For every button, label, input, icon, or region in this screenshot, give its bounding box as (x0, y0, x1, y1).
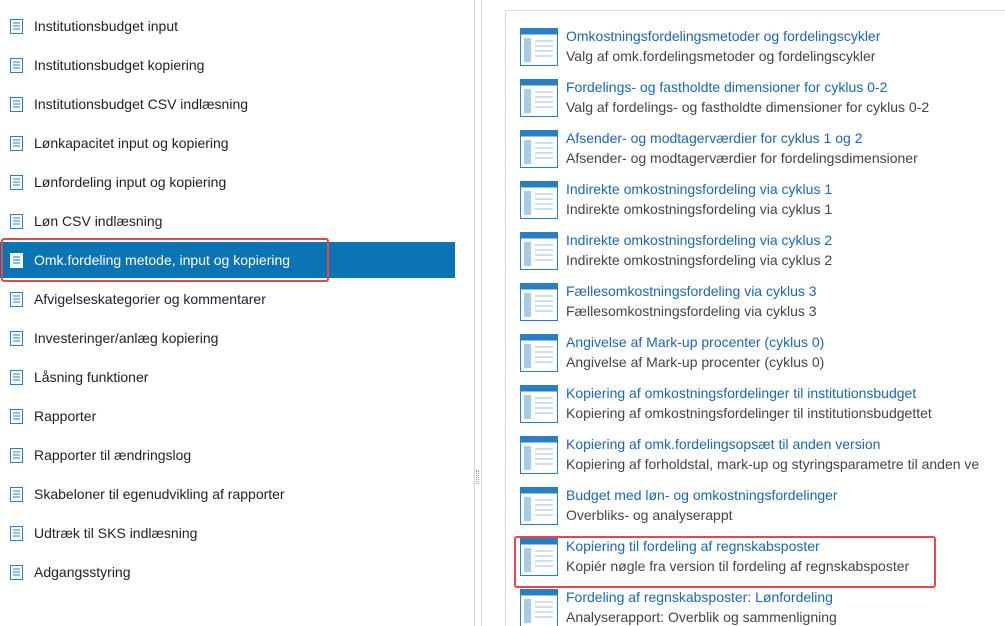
tile-title[interactable]: Fordeling af regnskabsposter: Lønfordeli… (566, 589, 833, 605)
nav-item-institutionsbudget-input[interactable]: Institutionsbudget input (0, 8, 455, 44)
nav-item-label: Adgangsstyring (34, 564, 131, 580)
tile-omkostningsfordelingsmetoder[interactable]: Omkostningsfordelingsmetoder og fordelin… (520, 21, 1005, 71)
document-icon (10, 525, 23, 541)
nav-item-rapporter[interactable]: Rapporter (0, 398, 455, 434)
tile-title[interactable]: Indirekte omkostningsfordeling via cyklu… (566, 181, 832, 197)
app-tile-icon (520, 385, 558, 423)
left-navigation: Institutionsbudget input Institutionsbud… (0, 0, 455, 626)
splitter-line (474, 0, 475, 626)
tile-indirekte-cyklus-2[interactable]: Indirekte omkostningsfordeling via cyklu… (520, 225, 1005, 275)
app-tile-icon (520, 283, 558, 321)
tile-subtitle: Overbliks- og analyserappt (566, 507, 733, 523)
tile-title[interactable]: Afsender- og modtagerværdier for cyklus … (566, 130, 862, 146)
tile-title[interactable]: Budget med løn- og omkostningsfordelinge… (566, 487, 838, 503)
splitter-grip-icon[interactable] (476, 470, 479, 484)
tile-title[interactable]: Fordelings- og fastholdte dimensioner fo… (566, 79, 887, 95)
document-icon (10, 564, 23, 580)
nav-item-udtraek-sks[interactable]: Udtræk til SKS indlæsning (0, 515, 455, 551)
tile-subtitle: Analyserapport: Overblik og sammenlignin… (566, 609, 837, 625)
document-icon (10, 213, 23, 229)
nav-item-afvigelseskategorier[interactable]: Afvigelseskategorier og kommentarer (0, 281, 455, 317)
nav-item-institutionsbudget-kopiering[interactable]: Institutionsbudget kopiering (0, 47, 455, 83)
nav-item-label: Løn CSV indlæsning (34, 213, 163, 229)
nav-item-adgangsstyring[interactable]: Adgangsstyring (0, 554, 455, 590)
nav-item-label: Investeringer/anlæg kopiering (34, 330, 219, 346)
splitter-line (481, 0, 482, 626)
tile-subtitle: Kopiering af forholdstal, mark-up og sty… (566, 456, 980, 472)
tile-title[interactable]: Angivelse af Mark-up procenter (cyklus 0… (566, 334, 824, 350)
nav-item-label: Institutionsbudget input (34, 18, 178, 34)
app-tile-icon (520, 538, 558, 576)
tile-kopiering-anden-version[interactable]: Kopiering af omk.fordelingsopsæt til and… (520, 429, 1005, 479)
document-icon (10, 96, 23, 112)
app-tile-icon (520, 79, 558, 117)
nav-item-institutionsbudget-csv[interactable]: Institutionsbudget CSV indlæsning (0, 86, 455, 122)
content-panel: Omkostningsfordelingsmetoder og fordelin… (505, 10, 1005, 626)
tile-kopiering-institutionsbudget[interactable]: Kopiering af omkostningsfordelinger til … (520, 378, 1005, 428)
tile-title[interactable]: Omkostningsfordelingsmetoder og fordelin… (566, 28, 880, 44)
nav-item-label: Udtræk til SKS indlæsning (34, 525, 198, 541)
tile-subtitle: Valg af omk.fordelingsmetoder og fordeli… (566, 48, 876, 64)
tile-indirekte-cyklus-1[interactable]: Indirekte omkostningsfordeling via cyklu… (520, 174, 1005, 224)
document-icon (10, 252, 23, 268)
tile-budget-med-lon[interactable]: Budget med løn- og omkostningsfordelinge… (520, 480, 1005, 530)
tile-title[interactable]: Fællesomkostningsfordeling via cyklus 3 (566, 283, 817, 299)
nav-item-label: Institutionsbudget CSV indlæsning (34, 96, 249, 112)
tile-subtitle: Valg af fordelings- og fastholdte dimens… (566, 99, 930, 115)
nav-item-label: Skabeloner til egenudvikling af rapporte… (34, 486, 285, 502)
nav-item-lonkapacitet[interactable]: Lønkapacitet input og kopiering (0, 125, 455, 161)
tile-subtitle: Angivelse af Mark-up procenter (cyklus 0… (566, 354, 825, 370)
document-icon (10, 369, 23, 385)
tile-title[interactable]: Kopiering til fordeling af regnskabspost… (566, 538, 820, 554)
nav-item-omk-fordeling[interactable]: Omk.fordeling metode, input og kopiering (0, 242, 455, 278)
tile-title[interactable]: Kopiering af omk.fordelingsopsæt til and… (566, 436, 880, 452)
tile-subtitle: Fællesomkostningsfordeling via cyklus 3 (566, 303, 817, 319)
tile-fordeling-lonfordeling[interactable]: Fordeling af regnskabsposter: Lønfordeli… (520, 582, 1005, 626)
tile-mark-up-procenter[interactable]: Angivelse af Mark-up procenter (cyklus 0… (520, 327, 1005, 377)
nav-item-label: Afvigelseskategorier og kommentarer (34, 291, 266, 307)
nav-item-investeringer[interactable]: Investeringer/anlæg kopiering (0, 320, 455, 356)
app-tile-icon (520, 181, 558, 219)
document-icon (10, 18, 23, 34)
tile-afsender-modtager[interactable]: Afsender- og modtagerværdier for cyklus … (520, 123, 1005, 173)
nav-item-label: Lønfordeling input og kopiering (34, 174, 227, 190)
app-tile-icon (520, 28, 558, 66)
document-icon (10, 57, 23, 73)
tile-fordelings-dimensioner[interactable]: Fordelings- og fastholdte dimensioner fo… (520, 72, 1005, 122)
document-icon (10, 447, 23, 463)
tile-title[interactable]: Indirekte omkostningsfordeling via cyklu… (566, 232, 832, 248)
nav-item-label: Rapporter til ændringslog (34, 447, 192, 463)
document-icon (10, 408, 23, 424)
nav-item-label: Institutionsbudget kopiering (34, 57, 205, 73)
document-icon (10, 486, 23, 502)
tile-kopiering-regnskabsposter[interactable]: Kopiering til fordeling af regnskabspost… (520, 531, 1005, 581)
tile-subtitle: Kopiér nøgle fra version til fordeling a… (566, 558, 910, 574)
nav-item-rapporter-aendringslog[interactable]: Rapporter til ændringslog (0, 437, 455, 473)
document-icon (10, 330, 23, 346)
nav-item-label: Rapporter (34, 408, 97, 424)
nav-item-label: Lønkapacitet input og kopiering (34, 135, 229, 151)
tile-faellesomkostning-cyklus-3[interactable]: Fællesomkostningsfordeling via cyklus 3 … (520, 276, 1005, 326)
nav-item-label: Omk.fordeling metode, input og kopiering (34, 252, 291, 268)
app-tile-icon (520, 589, 558, 626)
tile-title[interactable]: Kopiering af omkostningsfordelinger til … (566, 385, 916, 401)
document-icon (10, 291, 23, 307)
tile-subtitle: Indirekte omkostningsfordeling via cyklu… (566, 252, 833, 268)
app-tile-icon (520, 436, 558, 474)
document-icon (10, 174, 23, 190)
tile-subtitle: Afsender- og modtagerværdier for fordeli… (566, 150, 918, 166)
nav-item-skabeloner[interactable]: Skabeloner til egenudvikling af rapporte… (0, 476, 455, 512)
panel-splitter[interactable] (474, 0, 482, 626)
nav-item-lasning[interactable]: Låsning funktioner (0, 359, 455, 395)
app-tile-icon (520, 487, 558, 525)
nav-item-lon-csv[interactable]: Løn CSV indlæsning (0, 203, 455, 239)
tile-subtitle: Indirekte omkostningsfordeling via cyklu… (566, 201, 833, 217)
app-tile-icon (520, 334, 558, 372)
app-tile-icon (520, 232, 558, 270)
document-icon (10, 135, 23, 151)
nav-item-lonfordeling[interactable]: Lønfordeling input og kopiering (0, 164, 455, 200)
tile-subtitle: Kopiering af omkostningsfordelinger til … (566, 405, 932, 421)
app-tile-icon (520, 130, 558, 168)
nav-item-label: Låsning funktioner (34, 369, 149, 385)
